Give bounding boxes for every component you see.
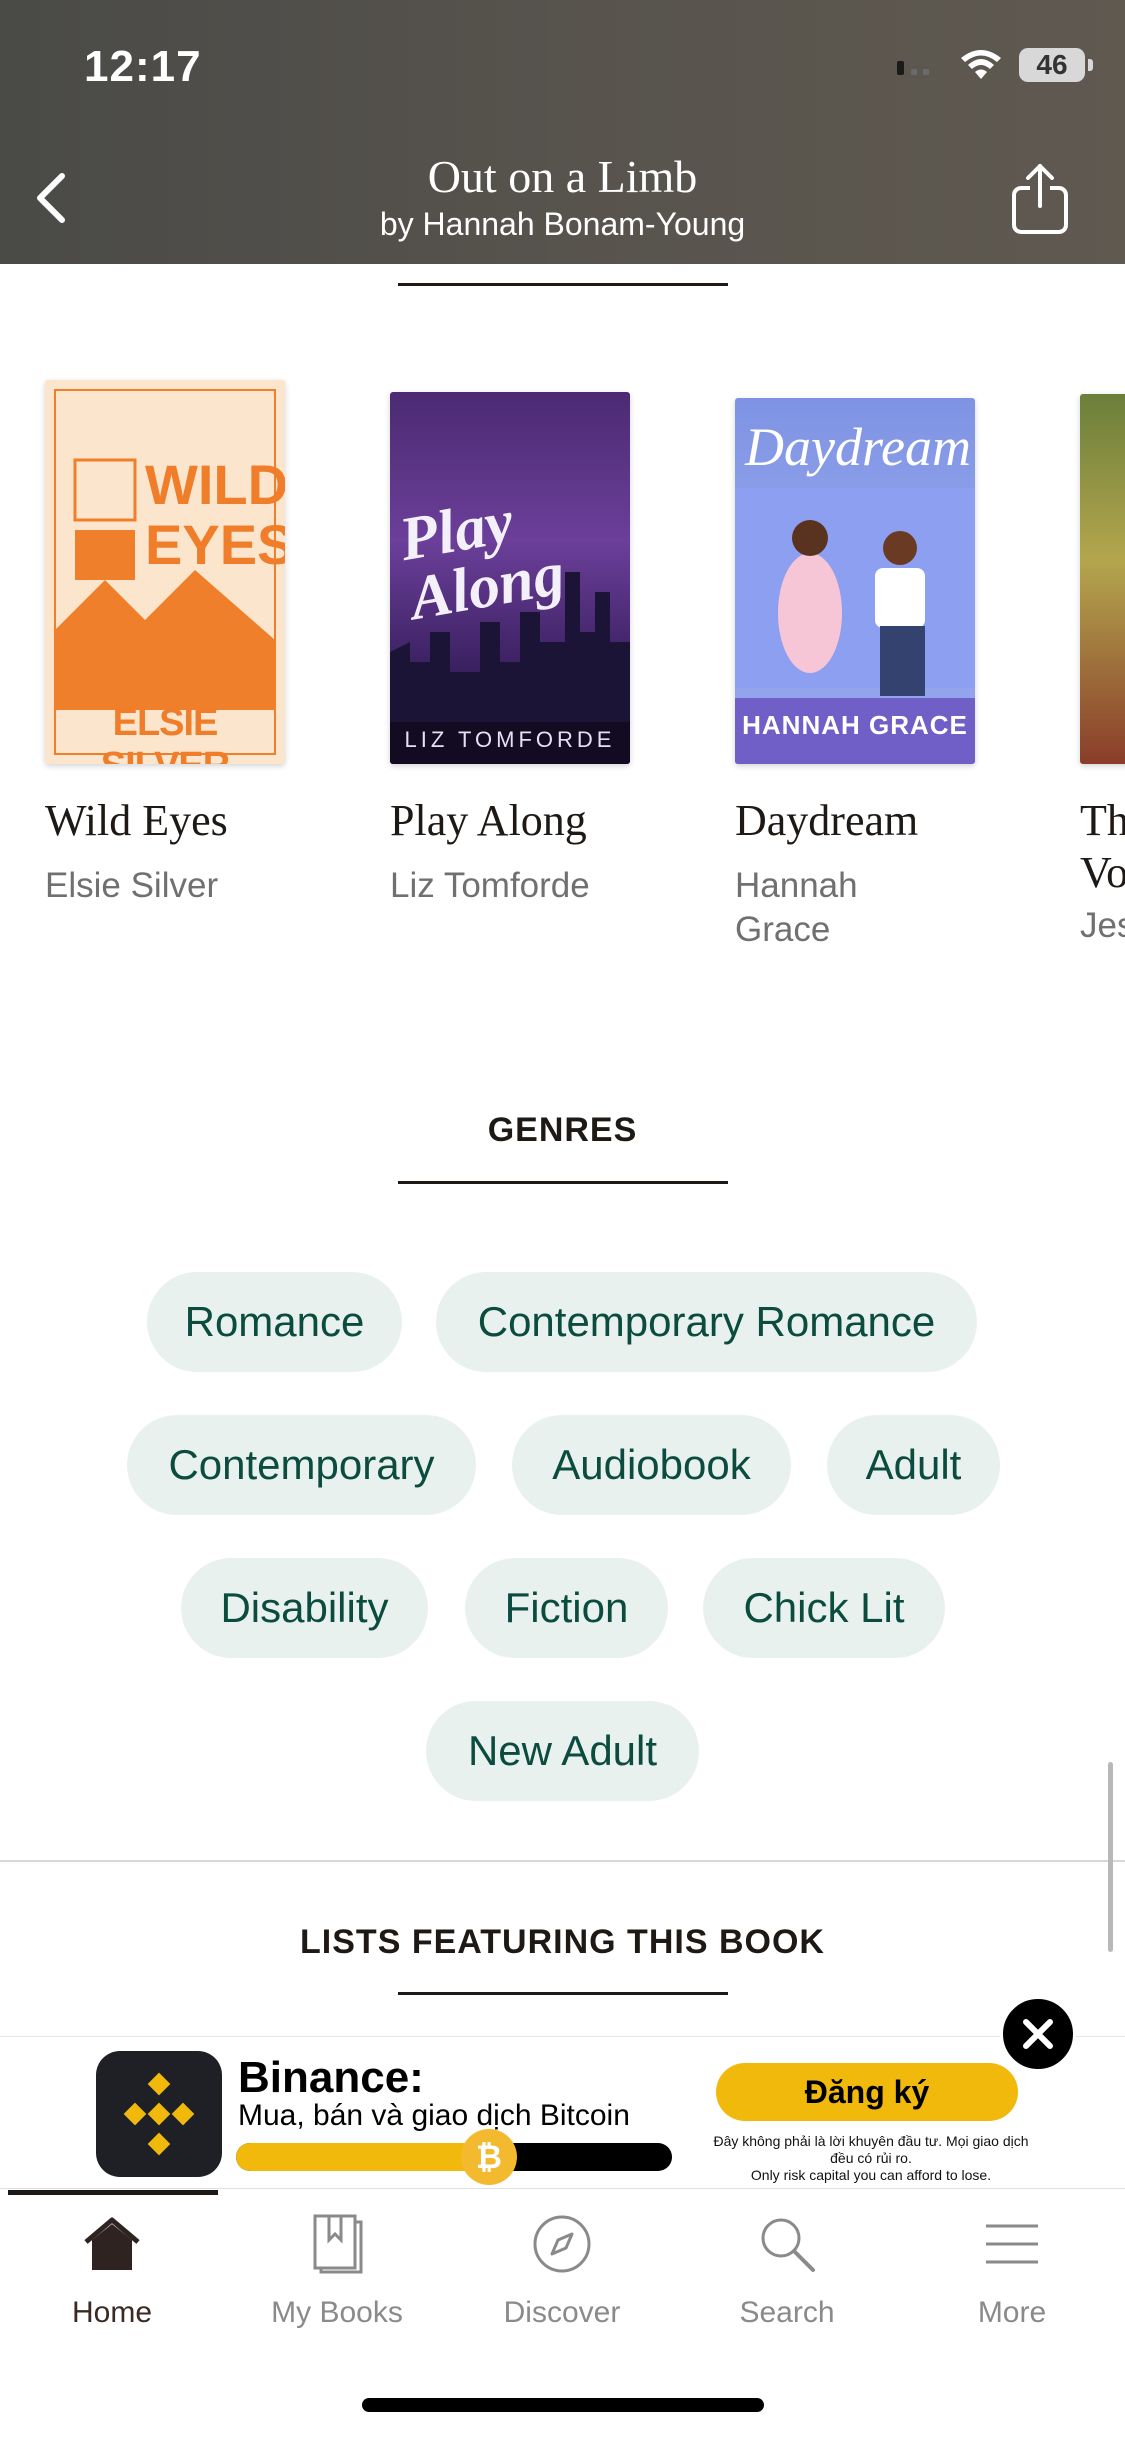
wifi-icon — [961, 50, 1001, 79]
cover-author: HANNAH GRACE — [742, 710, 968, 740]
tab-my-books[interactable]: My Books — [247, 2212, 427, 2342]
active-tab-indicator — [8, 2190, 218, 2195]
genre-chip-audiobook[interactable]: Audiobook — [512, 1415, 791, 1515]
ad-disclaimer-vi: Đây không phải là lời khuyên đầu tư. Mọi… — [713, 2133, 1029, 2166]
lists-underline — [398, 1992, 728, 1995]
binance-logo-icon — [96, 2051, 222, 2177]
book-author[interactable]: Hannah Grace — [735, 864, 935, 952]
tab-home[interactable]: Home — [22, 2212, 202, 2342]
menu-icon — [986, 2224, 1038, 2264]
genres-underline — [398, 1181, 728, 1184]
ad-close-icon[interactable] — [1000, 1996, 1076, 2072]
compass-icon — [533, 2215, 591, 2273]
book-cover[interactable]: Play Along LIZ TOMFORDE — [390, 392, 630, 764]
genre-chip-contemporary-romance[interactable]: Contemporary Romance — [436, 1272, 977, 1372]
bitcoin-coin-icon: ₿ — [460, 2129, 517, 2185]
book-author[interactable]: Jes — [1080, 904, 1125, 948]
section-divider — [0, 1860, 1125, 1862]
book-title[interactable]: Play Along — [390, 795, 587, 846]
book-title-header: Out on a Limb — [427, 151, 698, 202]
book-cover[interactable]: Daydream HANNAH GRACE — [735, 398, 975, 764]
book-cover[interactable] — [1080, 394, 1125, 764]
tab-label: Home — [71, 2296, 153, 2329]
lists-heading: LISTS FEATURING THIS BOOK — [300, 1923, 825, 1961]
book-author-header: by Hannah Bonam-Young — [379, 206, 746, 242]
signal-icon — [897, 61, 929, 75]
ad-title: Binance: — [238, 2053, 424, 2102]
battery-indicator: 46 — [1019, 48, 1093, 82]
genre-chip-romance[interactable]: Romance — [147, 1272, 402, 1372]
share-icon[interactable] — [1008, 160, 1072, 236]
ad-subtitle: Mua, bán và giao dịch Bitcoin — [238, 2099, 630, 2132]
status-time: 12:17 — [84, 42, 202, 91]
genre-chip-adult[interactable]: Adult — [827, 1415, 1000, 1515]
cover-author: ELSIE SILVER — [101, 702, 230, 764]
tab-search[interactable]: Search — [697, 2212, 877, 2342]
tab-more[interactable]: More — [922, 2212, 1102, 2342]
cover-text-wild: WILD — [145, 453, 285, 516]
ad-signup-button[interactable]: Đăng ký — [716, 2063, 1018, 2121]
section-underline — [398, 283, 728, 286]
cover-title: Daydream — [745, 417, 971, 477]
genre-chip-chick-lit[interactable]: Chick Lit — [703, 1558, 945, 1658]
genre-chip-fiction[interactable]: Fiction — [465, 1558, 668, 1658]
genre-chip-new-adult[interactable]: New Adult — [426, 1701, 699, 1801]
book-title[interactable]: Daydream — [735, 795, 918, 846]
tab-discover[interactable]: Discover — [472, 2212, 652, 2342]
genres-heading: GENRES — [487, 1111, 638, 1149]
tab-label: More — [977, 2296, 1047, 2329]
genre-chip-disability[interactable]: Disability — [181, 1558, 428, 1658]
top-header: 12:17 46 Out on a Limb by Hannah Bonam-Y… — [0, 0, 1125, 264]
ad-disclaimer-en: Only risk capital you can afford to lose… — [750, 2167, 992, 2183]
books-icon — [313, 2214, 363, 2274]
book-cover[interactable]: WILD EYES ELSIE SILVER — [45, 380, 285, 764]
genre-chip-contemporary[interactable]: Contemporary — [127, 1415, 476, 1515]
book-title[interactable]: Wild Eyes — [45, 795, 228, 846]
ad-disclaimer: Đây không phải là lời khuyên đầu tư. Mọi… — [706, 2133, 1036, 2184]
tab-label: Search — [739, 2296, 835, 2329]
ad-progress-fill — [236, 2143, 489, 2171]
book-author[interactable]: Liz Tomforde — [390, 864, 610, 908]
home-indicator — [362, 2398, 764, 2412]
status-indicators: 46 — [895, 48, 1093, 82]
book-author[interactable]: Elsie Silver — [45, 864, 265, 908]
ad-progress-bar — [236, 2143, 672, 2171]
book-title[interactable]: Th Vo — [1080, 795, 1125, 899]
search-icon — [761, 2218, 815, 2272]
cover-author: LIZ TOMFORDE — [404, 727, 616, 752]
cover-text-eyes: EYES — [145, 513, 285, 576]
tab-label: Discover — [503, 2296, 621, 2329]
tab-label: My Books — [271, 2296, 403, 2329]
home-icon — [84, 2217, 140, 2270]
ad-banner[interactable]: Binance: Mua, bán và giao dịch Bitcoin ₿… — [0, 2036, 1125, 2189]
